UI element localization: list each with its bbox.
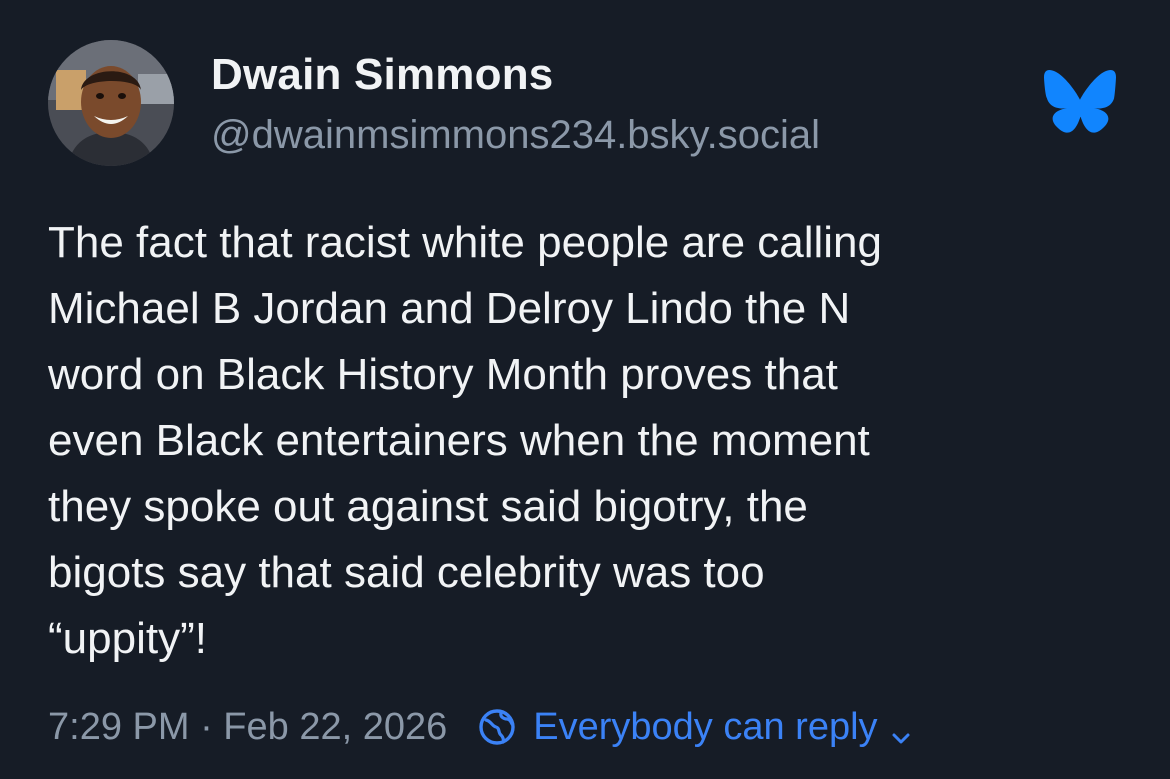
post-body: The fact that racist white people are ca… <box>48 210 1128 672</box>
post-text-line: The fact that racist white people are ca… <box>48 218 883 267</box>
reply-setting-label: Everybody can reply <box>533 705 878 748</box>
author-display-name[interactable]: Dwain Simmons <box>211 50 553 100</box>
globe-icon <box>477 707 517 747</box>
chevron-down-icon <box>890 716 912 744</box>
post-timestamp[interactable]: 7:29 PM · Feb 22, 2026 <box>48 706 447 749</box>
avatar-image <box>48 40 174 166</box>
post-text-line: even Black entertainers when the moment <box>48 416 870 465</box>
post-card: Dwain Simmons @dwainmsimmons234.bsky.soc… <box>0 0 1170 779</box>
author-handle[interactable]: @dwainmsimmons234.bsky.social <box>211 113 820 158</box>
post-text-line: they spoke out against said bigotry, the <box>48 482 808 531</box>
post-text-line: “uppity”! <box>48 614 207 663</box>
post-footer: 7:29 PM · Feb 22, 2026 Everybody can rep… <box>48 700 912 754</box>
post-text-line: Michael B Jordan and Delroy Lindo the N <box>48 284 851 333</box>
post-text-line: bigots say that said celebrity was too <box>48 548 765 597</box>
bluesky-butterfly-icon <box>1044 70 1116 134</box>
post-text-line: word on Black History Month proves that <box>48 350 838 399</box>
reply-setting-button[interactable]: Everybody can reply <box>477 706 911 749</box>
author-avatar[interactable] <box>48 40 174 166</box>
